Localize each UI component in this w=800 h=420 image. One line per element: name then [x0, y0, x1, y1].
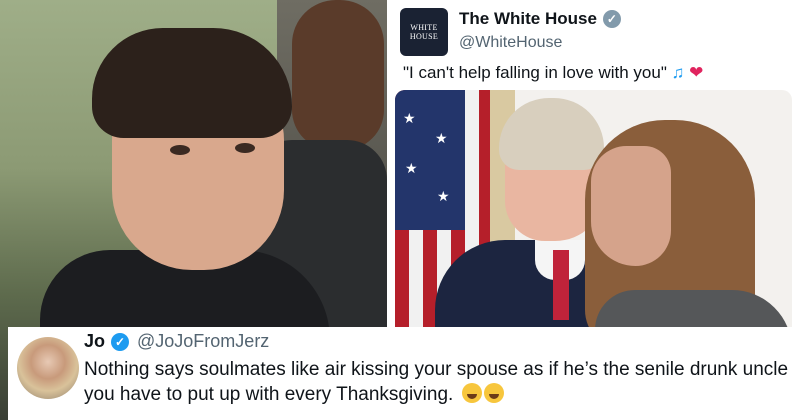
avatar-logo-text: HOUSE	[409, 32, 439, 41]
reply-tweet[interactable]: Jo ✓ @JoJoFromJerz Nothing says soulmate…	[8, 327, 792, 420]
star-icon: ★	[435, 130, 448, 146]
reply-text: Nothing says soulmates like air kissing …	[84, 357, 790, 407]
tweet-author-handle[interactable]: @WhiteHouse	[459, 34, 562, 52]
reply-author-handle[interactable]: @JoJoFromJerz	[137, 331, 269, 352]
tweet-text-body: "I can't help falling in love with you"	[403, 63, 667, 82]
avatar-logo-text: WHITE	[410, 23, 438, 32]
reply-author-name[interactable]: Jo	[84, 331, 105, 352]
background-person-head	[292, 0, 384, 150]
verified-badge-icon: ✓	[602, 10, 621, 28]
white-house-avatar[interactable]: WHITE HOUSE	[400, 8, 448, 56]
tweet-text: "I can't help falling in love with you" …	[403, 63, 703, 83]
star-icon: ★	[437, 188, 450, 204]
tweet-author-name[interactable]: The White House	[459, 9, 597, 29]
verified-badge-icon: ✓	[111, 332, 130, 351]
tears-of-joy-icon	[461, 382, 506, 407]
music-notes-icon: ♫	[671, 63, 685, 82]
eye	[235, 143, 255, 153]
star-icon: ★	[403, 110, 416, 126]
man-tie	[553, 250, 569, 320]
reply-author-row: Jo ✓ @JoJoFromJerz	[84, 331, 269, 352]
tweet-author-row: The White House ✓	[459, 9, 621, 29]
star-icon: ★	[405, 160, 418, 176]
eye	[170, 145, 190, 155]
foreground-person-hair	[92, 28, 292, 138]
reply-text-body: Nothing says soulmates like air kissing …	[84, 359, 789, 405]
heart-icon: ❤	[689, 63, 704, 82]
woman-face	[591, 146, 671, 266]
reply-avatar[interactable]	[17, 337, 79, 399]
